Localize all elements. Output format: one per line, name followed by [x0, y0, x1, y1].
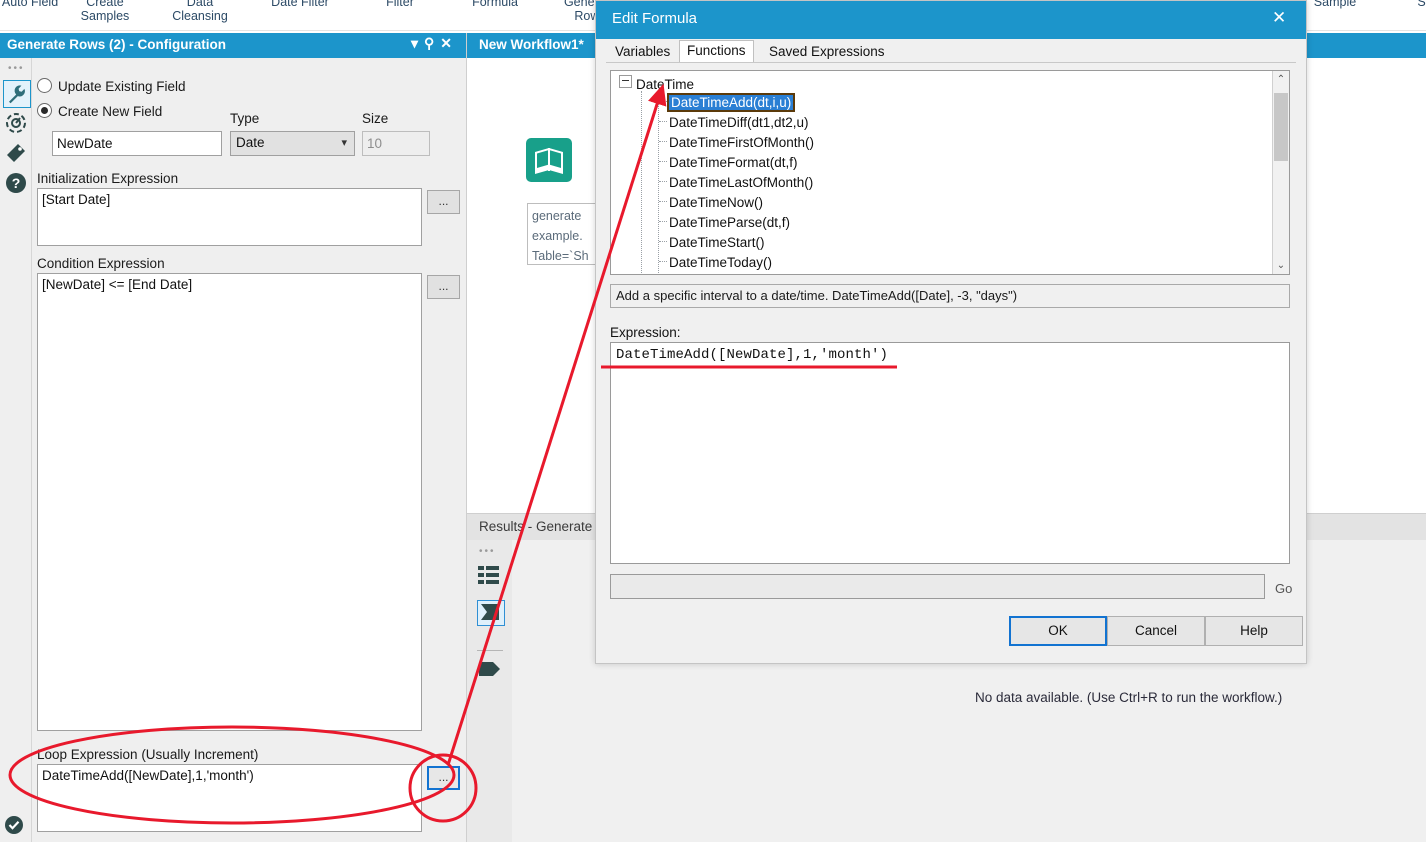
help-button[interactable]: Help: [1205, 616, 1303, 646]
ribbon-item-filter[interactable]: Filter: [345, 0, 455, 9]
function-tree[interactable]: DateTime DateTimeAdd(dt,i,u) DateTimeDif…: [610, 70, 1290, 275]
initialization-expression-label: Initialization Expression: [37, 171, 179, 186]
results-rail-divider: [477, 650, 503, 651]
results-rail-grip[interactable]: •••: [479, 546, 496, 557]
tree-dash: [659, 101, 667, 103]
cancel-button[interactable]: Cancel: [1107, 616, 1205, 646]
close-icon[interactable]: ✕: [440, 35, 458, 51]
loop-expression-label: Loop Expression (Usually Increment): [37, 747, 259, 762]
function-item-datetimeparse[interactable]: DateTimeParse(dt,f): [669, 215, 790, 230]
dialog-close-icon[interactable]: ✕: [1272, 9, 1408, 27]
ribbon-item-formula[interactable]: Formula: [440, 0, 550, 9]
scroll-down-icon[interactable]: ⌄: [1273, 257, 1289, 274]
results-tag-icon[interactable]: [477, 658, 503, 682]
radio-label-update-existing: Update Existing Field: [58, 79, 186, 94]
radio-create-new-field[interactable]: Create New Field: [37, 103, 162, 119]
tab-saved-expressions[interactable]: Saved Expressions: [762, 43, 892, 62]
tree-dash: [659, 261, 667, 263]
tree-dash: [659, 241, 667, 243]
generate-rows-tool-icon[interactable]: [524, 136, 574, 187]
function-tree-scrollbar[interactable]: ⌃ ⌄: [1272, 71, 1289, 274]
field-type-value: Date: [236, 135, 265, 150]
collapse-icon[interactable]: [619, 75, 632, 88]
loop-expression-browse-button[interactable]: ...: [427, 766, 460, 790]
workflow-title: New Workflow1*: [479, 37, 584, 52]
wrench-icon[interactable]: [3, 80, 31, 108]
config-rail-grip[interactable]: •••: [8, 63, 25, 74]
expression-label: Expression:: [610, 325, 681, 340]
condition-expression-label: Condition Expression: [37, 256, 165, 271]
pin-icon[interactable]: ⚲: [424, 35, 440, 51]
chevron-down-icon[interactable]: ▾: [411, 35, 424, 51]
configuration-icon-rail: ••• ?: [0, 58, 32, 842]
results-title: Results - Generate: [479, 519, 593, 534]
tree-dash: [659, 141, 667, 143]
function-item-datetimestart[interactable]: DateTimeStart(): [669, 235, 765, 250]
radio-update-existing-field[interactable]: Update Existing Field: [37, 78, 186, 94]
configuration-panel: Generate Rows (2) - Configuration ▾⚲✕ ••…: [0, 33, 467, 842]
configuration-titlebar: Generate Rows (2) - Configuration ▾⚲✕: [0, 33, 466, 58]
condition-expression-input[interactable]: [37, 273, 422, 731]
tab-functions[interactable]: Functions: [679, 40, 754, 62]
scroll-up-icon[interactable]: ⌃: [1273, 71, 1289, 88]
ribbon-item-create-samples[interactable]: Create Samples: [50, 0, 160, 23]
function-item-datetimenow[interactable]: DateTimeNow(): [669, 195, 763, 210]
scrollbar-thumb[interactable]: [1274, 93, 1288, 161]
tree-node-datetime[interactable]: DateTime: [619, 75, 694, 92]
configuration-title: Generate Rows (2) - Configuration: [7, 37, 227, 52]
no-data-message: No data available. (Use Ctrl+R to run th…: [975, 690, 1283, 705]
function-description: Add a specific interval to a date/time. …: [610, 284, 1290, 308]
initialization-expression-input[interactable]: [37, 188, 422, 246]
dialog-titlebar: [596, 1, 1306, 39]
tree-dash: [659, 221, 667, 223]
tree-dash: [659, 181, 667, 183]
radio-mark-update-existing[interactable]: [37, 78, 52, 93]
condition-expression-browse-button[interactable]: ...: [427, 275, 460, 299]
radio-mark-create-new[interactable]: [37, 103, 52, 118]
chevron-down-icon[interactable]: ▾: [341, 136, 347, 149]
function-item-datetimeadd[interactable]: DateTimeAdd(dt,i,u): [666, 93, 796, 112]
ok-button[interactable]: OK: [1009, 616, 1107, 646]
ribbon-item-data-cleansing[interactable]: Data Cleansing: [145, 0, 255, 23]
target-icon[interactable]: [3, 110, 29, 136]
size-label: Size: [362, 111, 389, 126]
function-item-datetimefirstofmonth[interactable]: DateTimeFirstOfMonth(): [669, 135, 814, 150]
dialog-title: Edit Formula: [612, 10, 698, 27]
function-item-datetimelastofmonth[interactable]: DateTimeLastOfMonth(): [669, 175, 813, 190]
help-icon[interactable]: ?: [3, 170, 29, 196]
results-filter-icon[interactable]: [477, 600, 505, 626]
svg-text:?: ?: [12, 175, 21, 191]
expression-text: DateTimeAdd([NewDate],1,'month'): [616, 347, 889, 363]
tab-variables[interactable]: Variables: [608, 43, 677, 62]
function-item-datetimeformat[interactable]: DateTimeFormat(dt,f): [669, 155, 798, 170]
go-button[interactable]: Go: [1275, 581, 1292, 596]
ribbon-item-select[interactable]: Se: [1370, 0, 1426, 9]
initialization-expression-browse-button[interactable]: ...: [427, 190, 460, 214]
results-list-icon[interactable]: [477, 564, 503, 588]
loop-expression-input[interactable]: [37, 764, 422, 832]
radio-label-create-new: Create New Field: [58, 104, 163, 119]
tabstrip-divider: [606, 62, 1296, 63]
function-item-datetimetoday[interactable]: DateTimeToday(): [669, 255, 772, 270]
tree-guideline: [641, 91, 643, 273]
expression-editor[interactable]: DateTimeAdd([NewDate],1,'month'): [610, 342, 1290, 564]
field-size-input[interactable]: [362, 131, 430, 156]
search-input[interactable]: [610, 574, 1265, 599]
tree-dash: [659, 121, 667, 123]
field-name-input[interactable]: [52, 131, 222, 156]
field-type-select[interactable]: Date ▾: [230, 131, 355, 156]
tree-dash: [659, 201, 667, 203]
status-valid-icon: [4, 815, 24, 835]
configuration-body: Update Existing Field Create New Field T…: [32, 58, 466, 842]
tree-node-datetime-label: DateTime: [636, 77, 695, 92]
type-label: Type: [230, 111, 260, 126]
tag-icon[interactable]: [3, 140, 29, 166]
configuration-window-buttons[interactable]: ▾⚲✕: [411, 35, 458, 52]
function-item-datetimediff[interactable]: DateTimeDiff(dt1,dt2,u): [669, 115, 809, 130]
results-icon-rail: •••: [467, 540, 513, 842]
ribbon-item-date-filter[interactable]: Date Filter: [245, 0, 355, 9]
tree-dash: [659, 161, 667, 163]
